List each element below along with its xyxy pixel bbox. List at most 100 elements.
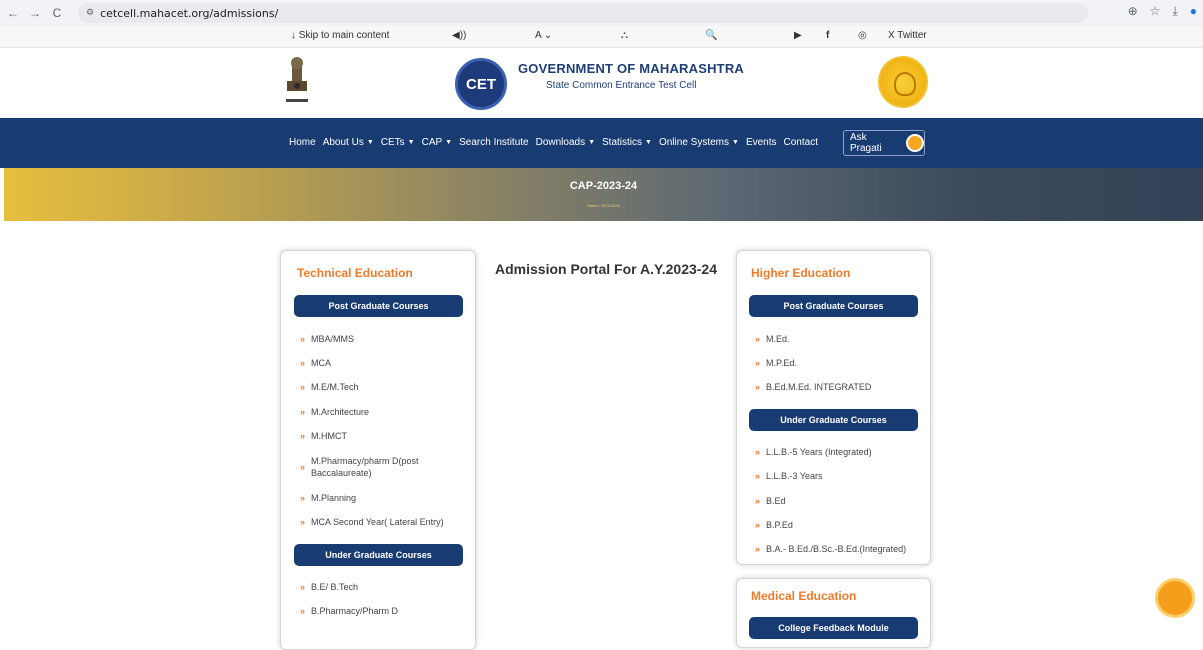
nav-contact[interactable]: Contact <box>784 137 818 148</box>
ask-pragati-button[interactable]: Ask Pragati <box>843 130 925 156</box>
course-label: M.HMCT <box>311 431 348 441</box>
panel-heading: Higher Education <box>751 266 851 280</box>
skip-to-main-link[interactable]: ↓ Skip to main content <box>291 30 389 41</box>
pg-courses-button[interactable]: Post Graduate Courses <box>749 295 918 317</box>
cet-logo-text: CET <box>466 75 496 93</box>
course-link-llb5[interactable]: » L.L.B.-5 Years (Integrated) <box>755 447 872 457</box>
course-label: M.Architecture <box>311 407 370 417</box>
higher-education-panel: Higher Education Post Graduate Courses »… <box>736 250 931 565</box>
nav-menu: Home About Us ▼ CETs ▼ CAP ▼ Search Institu… <box>289 137 825 148</box>
page-banner: CAP-2023-24 Home / 2023-2024 <box>4 168 1203 221</box>
course-link-bed[interactable]: » B.Ed <box>755 496 786 506</box>
profile-icon[interactable]: ● <box>1190 4 1197 19</box>
facebook-icon[interactable]: f <box>826 30 829 41</box>
course-link-be[interactable]: » B.E/ B.Tech <box>300 582 358 592</box>
course-link-med[interactable]: » M.Ed. <box>755 334 790 344</box>
chevron-icon: » <box>755 544 761 554</box>
college-feedback-button[interactable]: College Feedback Module <box>749 617 918 639</box>
breadcrumb[interactable]: Home / 2023-2024 <box>4 203 1203 208</box>
chevron-icon: » <box>300 493 306 503</box>
nav-label: About Us <box>322 137 364 148</box>
chevron-icon: » <box>755 471 761 481</box>
download-icon[interactable]: ⤓ <box>1172 4 1177 19</box>
site-header: CET GOVERNMENT OF MAHARASHTRA State Comm… <box>0 48 1203 118</box>
reload-icon[interactable]: C <box>48 4 66 22</box>
course-label: MCA Second Year( Lateral Entry) <box>311 517 444 527</box>
chevron-icon: » <box>755 447 761 457</box>
course-label: B.A.- B.Ed./B.Sc.-B.Ed.(Integrated) <box>766 544 907 554</box>
caret-down-icon: ▼ <box>445 139 453 146</box>
course-link-ba-bed[interactable]: » B.A.- B.Ed./B.Sc.-B.Ed.(Integrated) <box>755 544 906 554</box>
course-link-mhmct[interactable]: » M.HMCT <box>300 431 347 441</box>
course-label: M.Ed. <box>766 334 790 344</box>
screen-reader-icon[interactable]: ◀)) <box>452 30 466 41</box>
chevron-icon: » <box>300 582 306 592</box>
course-link-mca[interactable]: » MCA <box>300 358 331 368</box>
search-icon[interactable]: 🔍 <box>705 30 717 41</box>
bookmark-star-icon[interactable]: ☆ <box>1150 4 1161 19</box>
chevron-icon: » <box>755 382 761 392</box>
state-emblem-icon <box>286 57 308 102</box>
course-link-march[interactable]: » M.Architecture <box>300 407 369 417</box>
chevron-icon: » <box>755 358 761 368</box>
ask-pragati-label: Ask Pragati <box>850 132 882 154</box>
nav-cets[interactable]: CETs ▼ <box>381 137 415 148</box>
header-title: GOVERNMENT OF MAHARASHTRA <box>518 61 744 76</box>
nav-label: CAP <box>421 137 443 148</box>
course-link-llb3[interactable]: » L.L.B.-3 Years <box>755 471 823 481</box>
browser-toolbar: ← → C ⚙ cetcell.mahacet.org/admissions/ … <box>0 0 1203 26</box>
course-label: L.L.B.-5 Years (Integrated) <box>766 447 872 457</box>
nav-online-systems[interactable]: Online Systems ▼ <box>659 137 739 148</box>
course-link-mplanning[interactable]: » M.Planning <box>300 493 356 503</box>
course-link-mba[interactable]: » MBA/MMS <box>300 334 354 344</box>
course-link-me[interactable]: » M.E/M.Tech <box>300 382 359 392</box>
course-link-bed-med[interactable]: » B.Ed.M.Ed. INTEGRATED <box>755 382 871 392</box>
course-label: B.Ed.M.Ed. INTEGRATED <box>766 382 872 392</box>
chevron-icon: » <box>300 334 306 344</box>
youtube-icon[interactable]: ▶ <box>794 30 802 41</box>
ug-courses-button[interactable]: Under Graduate Courses <box>294 544 463 566</box>
course-link-mped[interactable]: » M.P.Ed. <box>755 358 797 368</box>
ug-courses-button[interactable]: Under Graduate Courses <box>749 409 918 431</box>
main-navbar: Home About Us ▼ CETs ▼ CAP ▼ Search Institu… <box>0 118 1203 168</box>
address-bar[interactable]: ⚙ cetcell.mahacet.org/admissions/ <box>78 3 1088 23</box>
chevron-icon: » <box>755 496 761 506</box>
cet-logo[interactable]: CET <box>455 58 507 110</box>
course-label: B.P.Ed <box>766 520 793 530</box>
chatbot-avatar-icon[interactable] <box>1155 578 1195 618</box>
chevron-icon: » <box>755 520 761 530</box>
nav-label: Search Institute <box>459 137 529 148</box>
text-size-dropdown[interactable]: A ⌄ <box>535 30 552 41</box>
course-link-bped[interactable]: » B.P.Ed <box>755 520 793 530</box>
nav-statistics[interactable]: Statistics ▼ <box>602 137 652 148</box>
twitter-link[interactable]: X Twitter <box>888 30 927 41</box>
course-label: MCA <box>311 358 332 368</box>
nav-cap[interactable]: CAP ▼ <box>422 137 453 148</box>
url-text: cetcell.mahacet.org/admissions/ <box>100 6 279 20</box>
forward-icon[interactable]: → <box>26 4 44 22</box>
course-label: MBA/MMS <box>311 334 355 344</box>
nav-home[interactable]: Home <box>289 137 316 148</box>
nav-events[interactable]: Events <box>746 137 777 148</box>
course-link-mca-lateral[interactable]: » MCA Second Year( Lateral Entry) <box>300 517 444 527</box>
nav-about-us[interactable]: About Us ▼ <box>323 137 374 148</box>
zoom-icon[interactable]: ⊕ <box>1128 4 1138 19</box>
course-label: M.P.Ed. <box>766 358 797 368</box>
nav-downloads[interactable]: Downloads ▼ <box>536 137 595 148</box>
sitemap-icon[interactable]: ⛬ <box>621 30 628 41</box>
course-link-bpharm[interactable]: » B.Pharmacy/Pharm D <box>300 606 398 616</box>
site-info-icon[interactable]: ⚙ <box>86 8 94 18</box>
course-label: B.Ed <box>766 496 786 506</box>
instagram-icon[interactable]: ◎ <box>858 30 867 41</box>
course-link-mpharm[interactable]: » M.Pharmacy/pharm D(post Baccalaureate) <box>300 455 460 479</box>
back-icon[interactable]: ← <box>4 4 22 22</box>
medical-education-panel: Medical Education College Feedback Modul… <box>736 578 931 648</box>
nav-label: Downloads <box>535 137 586 148</box>
nav-search-institute[interactable]: Search Institute <box>459 137 528 148</box>
nav-label: CETs <box>380 137 405 148</box>
course-label: B.Pharmacy/Pharm D <box>311 606 399 616</box>
pg-courses-button[interactable]: Post Graduate Courses <box>294 295 463 317</box>
caret-down-icon: ▼ <box>645 139 652 146</box>
caret-down-icon: ▼ <box>407 139 415 146</box>
accessibility-bar: ↓ Skip to main content ◀)) A ⌄ ⛬ 🔍 ▶ f ◎… <box>0 26 1203 48</box>
